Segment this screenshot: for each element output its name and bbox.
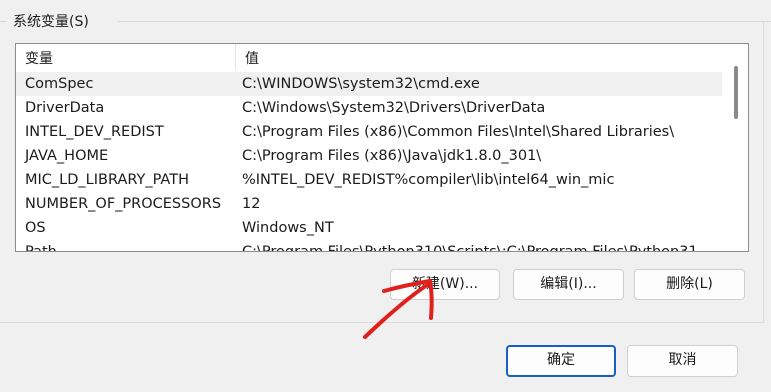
- variable-name: JAVA_HOME: [25, 148, 109, 164]
- variable-name: DriverData: [25, 100, 105, 116]
- list-header: 变量 值: [16, 44, 722, 70]
- variable-value: C:\Program Files\Python310\Scripts\;C:\P…: [242, 244, 698, 252]
- table-row[interactable]: MIC_LD_LIBRARY_PATH %INTEL_DEV_REDIST%com…: [16, 168, 722, 192]
- column-header-value[interactable]: 值: [235, 44, 722, 70]
- ok-button[interactable]: 确定: [506, 345, 616, 377]
- edit-button[interactable]: 编辑(I)...: [513, 269, 624, 300]
- variable-value: Windows_NT: [242, 220, 334, 236]
- variable-value: C:\Program Files (x86)\Java\jdk1.8.0_301…: [242, 148, 542, 164]
- new-button[interactable]: 新建(W)...: [390, 269, 500, 300]
- vertical-scrollbar[interactable]: [724, 44, 748, 251]
- variable-name: Path: [25, 244, 57, 252]
- list-rows: ComSpec C:\WINDOWS\system32\cmd.exe Driver…: [16, 72, 722, 252]
- group-title: 系统变量(S): [11, 11, 91, 31]
- variable-value: C:\WINDOWS\system32\cmd.exe: [242, 76, 480, 92]
- table-row[interactable]: JAVA_HOME C:\Program Files (x86)\Java\jdk…: [16, 144, 722, 168]
- table-row[interactable]: DriverData C:\Windows\System32\Drivers\Dr…: [16, 96, 722, 120]
- variable-name: OS: [25, 220, 46, 236]
- variable-name: INTEL_DEV_REDIST: [25, 124, 164, 140]
- variable-value: %INTEL_DEV_REDIST%compiler\lib\intel64_w…: [242, 172, 615, 188]
- variable-name: NUMBER_OF_PROCESSORS: [25, 196, 222, 212]
- table-row[interactable]: Path C:\Program Files\Python310\Scripts\;…: [16, 240, 722, 252]
- table-row[interactable]: NUMBER_OF_PROCESSORS 12: [16, 192, 722, 216]
- variable-name: ComSpec: [25, 76, 94, 92]
- table-row[interactable]: INTEL_DEV_REDIST C:\Program Files (x86)\C…: [16, 120, 722, 144]
- variable-value: C:\Windows\System32\Drivers\DriverData: [242, 100, 546, 116]
- cancel-button[interactable]: 取消: [627, 345, 738, 377]
- table-row[interactable]: ComSpec C:\WINDOWS\system32\cmd.exe: [16, 72, 722, 96]
- table-row[interactable]: OS Windows_NT: [16, 216, 722, 240]
- variable-value: 12: [242, 196, 261, 212]
- system-variables-list[interactable]: 变量 值 ComSpec C:\WINDOWS\system32\cmd.exe D…: [15, 43, 749, 252]
- variable-value: C:\Program Files (x86)\Common Files\Inte…: [242, 124, 675, 140]
- delete-button[interactable]: 删除(L): [634, 269, 745, 300]
- variable-name: MIC_LD_LIBRARY_PATH: [25, 172, 189, 188]
- column-header-variable[interactable]: 变量: [16, 44, 235, 70]
- scroll-thumb[interactable]: [734, 66, 738, 119]
